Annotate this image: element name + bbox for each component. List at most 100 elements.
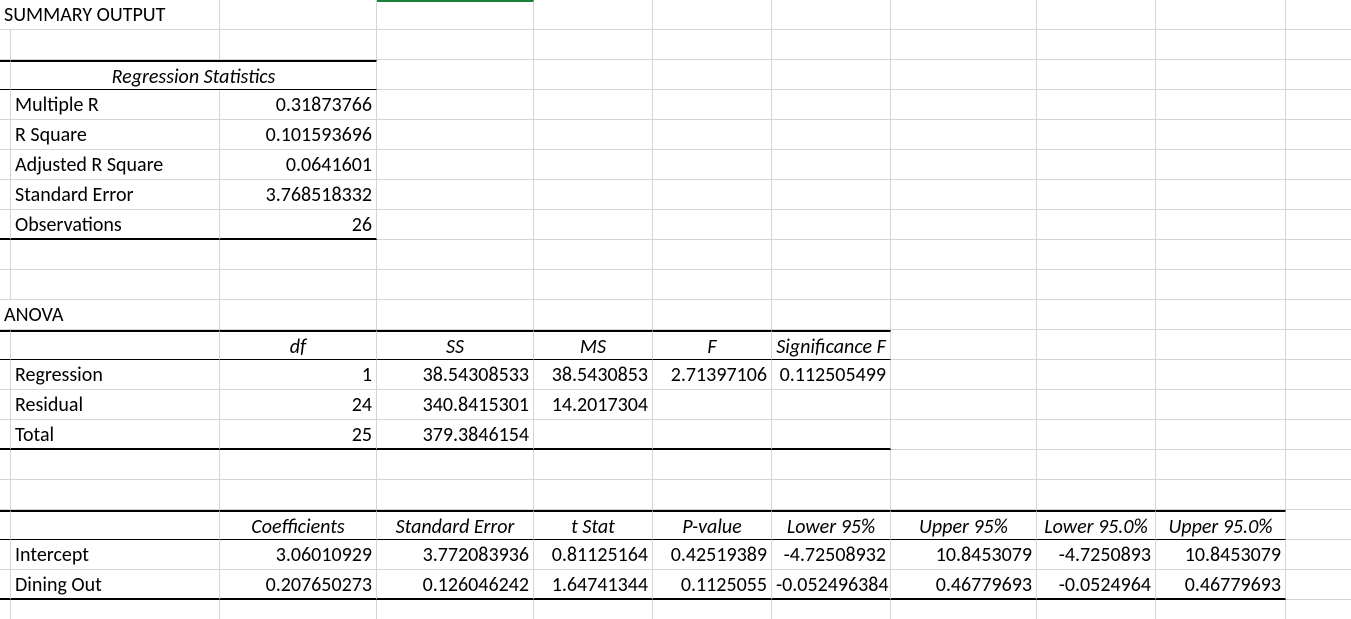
grid-cell — [11, 240, 220, 270]
grid-cell — [772, 60, 891, 90]
grid-cell — [891, 450, 1037, 480]
regstats-label: Standard Error — [11, 180, 220, 210]
coef-value: -0.052496384 — [772, 570, 891, 600]
anova-col: SS — [377, 330, 534, 360]
grid-cell — [377, 90, 534, 120]
grid-cell — [891, 300, 1037, 330]
grid-cell — [653, 30, 772, 60]
grid-cell — [772, 180, 891, 210]
grid-cell — [377, 300, 534, 330]
grid-cell — [891, 600, 1037, 619]
grid-cell — [1037, 300, 1156, 330]
grid-cell — [1037, 450, 1156, 480]
grid-cell — [0, 30, 11, 60]
grid-cell — [534, 210, 653, 240]
grid-cell — [377, 600, 534, 619]
grid-cell — [1156, 480, 1286, 510]
grid-cell — [1156, 240, 1286, 270]
grid-cell — [377, 150, 534, 180]
grid-cell — [220, 600, 377, 619]
grid-cell — [377, 60, 534, 90]
grid-cell — [0, 240, 11, 270]
grid-cell — [534, 90, 653, 120]
coef-row-label: Intercept — [11, 540, 220, 570]
coef-col: Lower 95.0% — [1037, 510, 1156, 540]
coef-col: Lower 95% — [772, 510, 891, 540]
coef-col: Coefficients — [220, 510, 377, 540]
grid-cell — [772, 480, 891, 510]
coef-value: 0.126046242 — [377, 570, 534, 600]
grid-cell — [1037, 240, 1156, 270]
grid-cell — [1286, 450, 1351, 480]
regstats-label: Multiple R — [11, 90, 220, 120]
grid-cell — [1286, 90, 1351, 120]
grid-cell — [220, 300, 377, 330]
anova-value: 0.112505499 — [772, 360, 891, 390]
coef-value: 10.8453079 — [1156, 540, 1286, 570]
grid-cell — [1156, 210, 1286, 240]
anova-value — [653, 390, 772, 420]
grid-cell — [1037, 600, 1156, 619]
grid-cell — [1156, 120, 1286, 150]
coef-value: 3.06010929 — [220, 540, 377, 570]
grid-cell — [653, 270, 772, 300]
coef-col: Upper 95.0% — [1156, 510, 1286, 540]
anova-value: 2.71397106 — [653, 360, 772, 390]
grid-cell — [220, 30, 377, 60]
anova-row-label: Total — [11, 420, 220, 450]
grid-cell — [534, 300, 653, 330]
grid-cell — [891, 90, 1037, 120]
summary-title: SUMMARY OUTPUT — [0, 0, 220, 30]
grid-cell — [1286, 510, 1351, 540]
regstats-label: R Square — [11, 120, 220, 150]
anova-col: Significance F — [772, 330, 891, 360]
grid-cell — [1037, 120, 1156, 150]
grid-cell — [0, 450, 11, 480]
grid-cell — [1286, 570, 1351, 600]
grid-cell — [11, 270, 220, 300]
anova-value — [772, 390, 891, 420]
grid-cell — [1286, 120, 1351, 150]
anova-value: 25 — [220, 420, 377, 450]
anova-row-label: Residual — [11, 390, 220, 420]
coef-value: 0.207650273 — [220, 570, 377, 600]
regstats-header: Regression Statistics — [11, 60, 377, 90]
grid-cell — [891, 150, 1037, 180]
coef-value: -4.72508932 — [772, 540, 891, 570]
grid-cell — [1156, 300, 1286, 330]
anova-value: 24 — [220, 390, 377, 420]
grid-cell — [534, 600, 653, 619]
anova-value — [534, 420, 653, 450]
grid-cell — [772, 240, 891, 270]
grid-cell — [1156, 0, 1286, 30]
grid-cell — [377, 30, 534, 60]
grid-cell — [534, 270, 653, 300]
anova-value: 14.2017304 — [534, 390, 653, 420]
grid-cell — [653, 90, 772, 120]
grid-cell — [891, 60, 1037, 90]
anova-value — [653, 420, 772, 450]
coef-row-label: Dining Out — [11, 570, 220, 600]
grid-cell — [11, 30, 220, 60]
grid-cell — [1286, 270, 1351, 300]
grid-cell — [891, 360, 1037, 390]
grid-cell — [1156, 270, 1286, 300]
grid-cell — [220, 480, 377, 510]
grid-cell — [377, 120, 534, 150]
grid-cell — [653, 60, 772, 90]
grid-cell — [11, 600, 220, 619]
grid-cell — [891, 330, 1037, 360]
grid-cell — [1286, 150, 1351, 180]
grid-cell — [891, 0, 1037, 30]
anova-col: F — [653, 330, 772, 360]
regstats-label: Adjusted R Square — [11, 150, 220, 180]
coef-value: 0.46779693 — [891, 570, 1037, 600]
grid-cell — [772, 150, 891, 180]
grid-cell — [1286, 420, 1351, 450]
grid-cell — [0, 600, 11, 619]
grid-cell — [653, 450, 772, 480]
coef-value: 0.42519389 — [653, 540, 772, 570]
grid-cell — [1156, 390, 1286, 420]
grid-cell — [220, 270, 377, 300]
grid-cell — [653, 180, 772, 210]
